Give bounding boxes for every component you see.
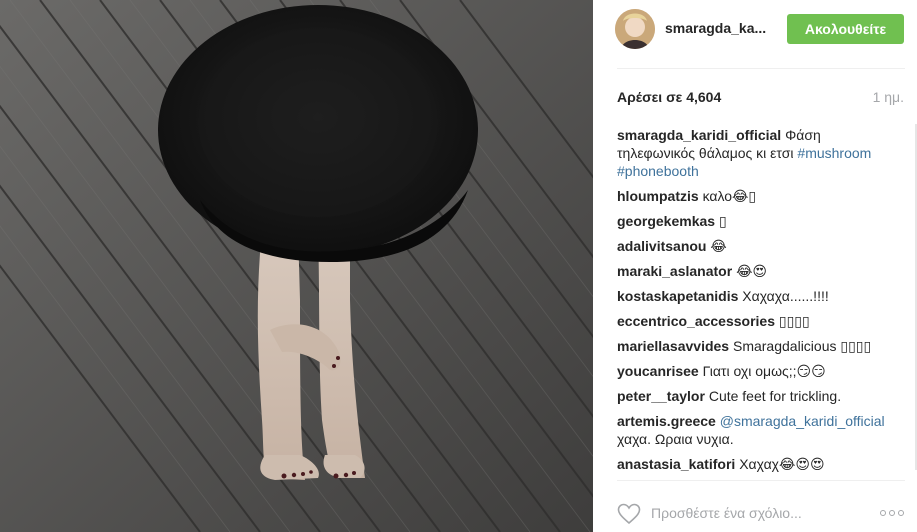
likes-count[interactable]: Αρέσει σε 4,604 <box>617 89 721 105</box>
mention-link[interactable]: @smaragda_karidi_official <box>720 413 885 429</box>
avatar[interactable] <box>615 9 655 49</box>
comment-item: smaragda_karidi_official Φάση τηλεφωνικό… <box>617 126 887 180</box>
comment-text: Cute feet for trickling. <box>708 388 842 404</box>
more-dot <box>889 510 895 516</box>
comment-item: peter__taylor Cute feet for trickling. <box>617 387 887 405</box>
comment-text: 😂😍 <box>736 263 768 279</box>
comment-item: mariellasavvides Smaragdalicious ▯▯▯▯ <box>617 337 887 355</box>
comment-username[interactable]: kostaskapetanidis <box>617 288 738 304</box>
comment-username[interactable]: mariellasavvides <box>617 338 729 354</box>
comment-item: maraki_aslanator 😂😍 <box>617 262 887 280</box>
comment-username[interactable]: peter__taylor <box>617 388 705 404</box>
comment-text: Smaragdalicious ▯▯▯▯ <box>732 338 872 354</box>
comment-text: Χαχαχα......!!!! <box>742 288 829 304</box>
more-dot <box>880 510 886 516</box>
post-header: smaragda_ka... Ακολουθείτε <box>593 0 917 68</box>
post-sidebar: smaragda_ka... Ακολουθείτε Αρέσει σε 4,6… <box>593 0 917 532</box>
comment-item: kostaskapetanidis Χαχαχα......!!!! <box>617 287 887 305</box>
comment-username[interactable]: smaragda_karidi_official <box>617 127 781 143</box>
comment-username[interactable]: maraki_aslanator <box>617 263 732 279</box>
post-photo-image <box>0 0 593 532</box>
comment-username[interactable]: artemis.greece <box>617 413 716 429</box>
post-photo[interactable] <box>0 0 593 532</box>
comment-text: ▯ <box>718 213 727 229</box>
comment-text: Χαχαχ😂😍😍 <box>739 456 825 472</box>
comment-item: artemis.greece @smaragda_karidi_official… <box>617 412 887 448</box>
comment-text: καλο😂▯ <box>702 188 757 204</box>
following-button[interactable]: Ακολουθείτε <box>787 14 904 44</box>
comment-username[interactable]: eccentrico_accessories <box>617 313 775 329</box>
comment-item: georgekemkas ▯ <box>617 212 887 230</box>
post-author-username[interactable]: smaragda_ka... <box>665 20 766 36</box>
comment-item: anastasia_katifori Χαχαχ😂😍😍 <box>617 455 887 473</box>
comment-username[interactable]: adalivitsanou <box>617 238 706 254</box>
comment-item: eccentrico_accessories ▯▯▯▯ <box>617 312 887 330</box>
comment-text: 😂 <box>710 238 727 254</box>
add-comment-input[interactable] <box>651 504 841 522</box>
more-options-icon[interactable] <box>880 507 906 519</box>
post-timestamp[interactable]: 1 ημ. <box>873 89 904 105</box>
more-dot <box>898 510 904 516</box>
comment-username[interactable]: anastasia_katifori <box>617 456 735 472</box>
comment-item: adalivitsanou 😂 <box>617 237 887 255</box>
comment-username[interactable]: georgekemkas <box>617 213 715 229</box>
comment-username[interactable]: hloumpatzis <box>617 188 699 204</box>
comment-text: ▯▯▯▯ <box>778 313 810 329</box>
header-divider <box>617 68 905 69</box>
comment-item: hloumpatzis καλο😂▯ <box>617 187 887 205</box>
comment-text: Γιατι οχι ομως;;😏😏 <box>702 363 826 379</box>
comment-composer <box>593 480 917 532</box>
comment-list[interactable]: smaragda_karidi_official Φάση τηλεφωνικό… <box>617 126 887 478</box>
comment-username[interactable]: youcanrisee <box>617 363 699 379</box>
comment-text: χαχα. Ωραια νυχια. <box>617 431 734 447</box>
comment-item: youcanrisee Γιατι οχι ομως;;😏😏 <box>617 362 887 380</box>
heart-outline-icon[interactable] <box>617 503 641 525</box>
